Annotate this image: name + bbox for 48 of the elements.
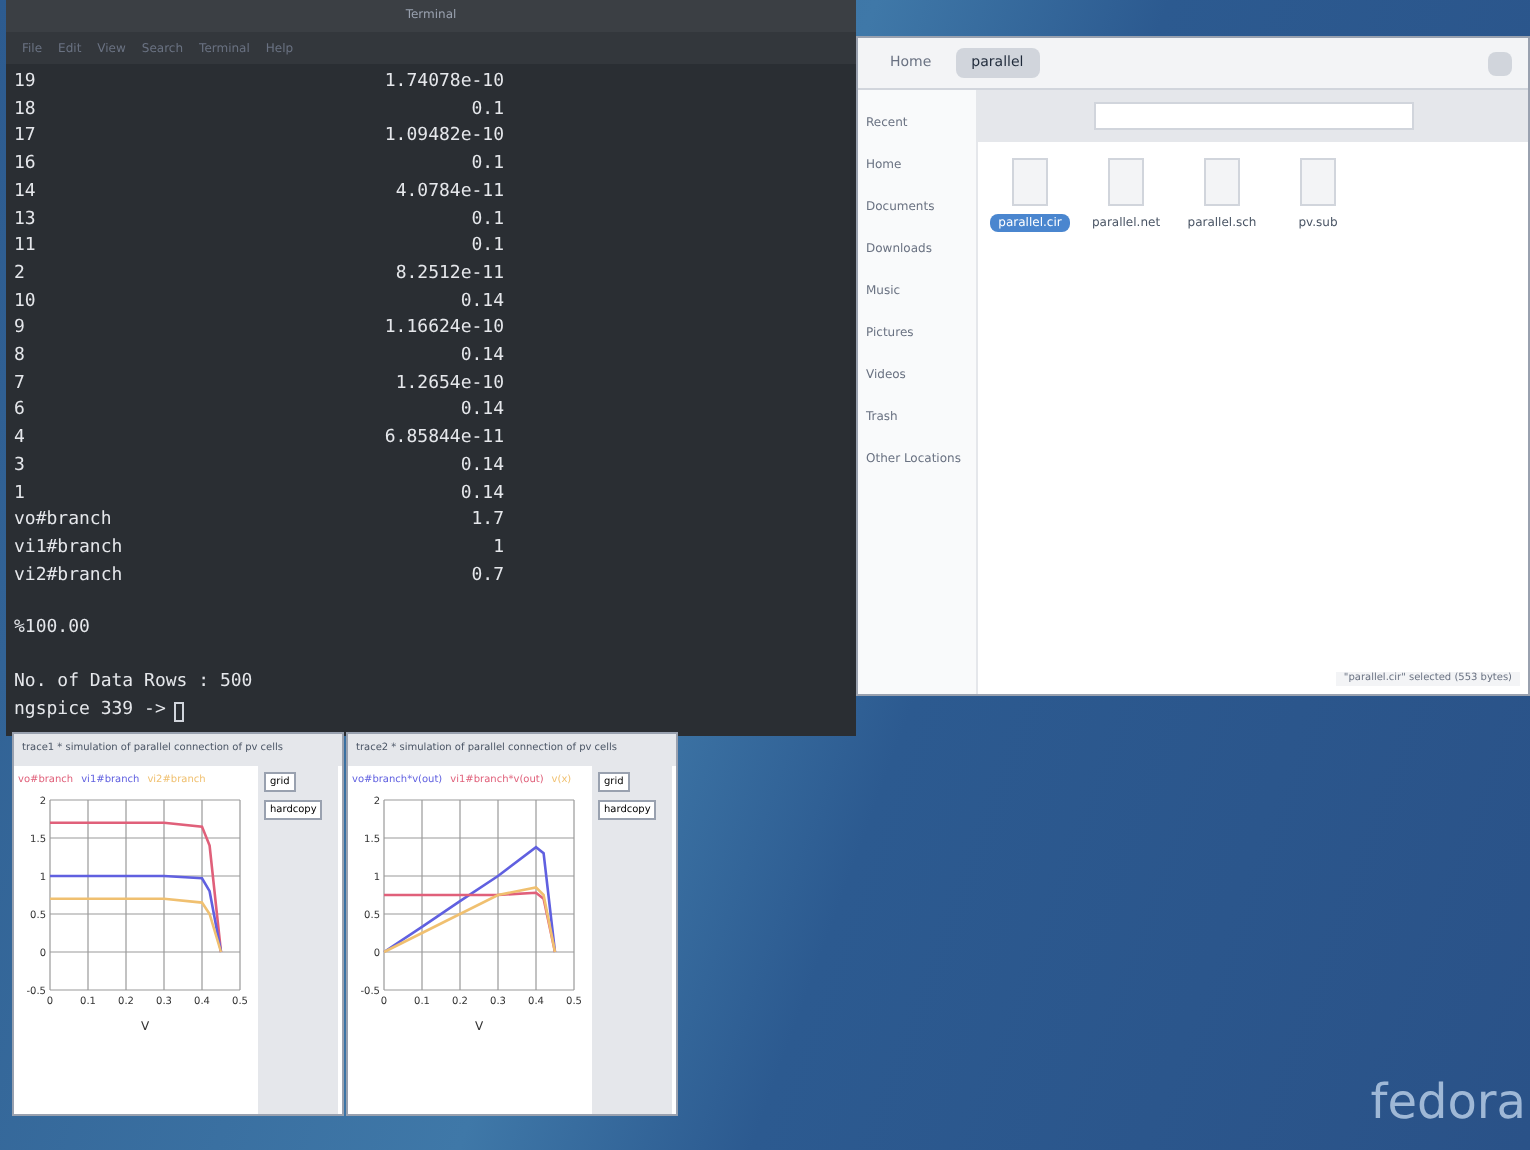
terminal-text: 9 bbox=[14, 316, 25, 343]
terminal-text: No. of Data Rows : 500 bbox=[14, 670, 255, 697]
document-icon[interactable] bbox=[1108, 158, 1144, 206]
terminal-text: 0.1 bbox=[471, 207, 504, 234]
terminal-text: 0.14 bbox=[460, 481, 504, 508]
terminal-text: 1 bbox=[493, 535, 504, 562]
terminal-text: 0.1 bbox=[471, 152, 504, 179]
terminal-text: 8 bbox=[14, 344, 25, 371]
text-cursor bbox=[173, 701, 184, 722]
location-field[interactable] bbox=[1093, 102, 1413, 130]
terminal-text: 1.09482e-10 bbox=[384, 124, 504, 151]
document-icon[interactable] bbox=[1012, 158, 1048, 206]
terminal-text: 6.85844e-11 bbox=[384, 426, 504, 453]
terminal-text: 1.2654e-10 bbox=[395, 371, 504, 398]
terminal-text: vo#branch bbox=[14, 508, 112, 535]
terminal-text: 6 bbox=[14, 398, 25, 425]
terminal-prompt: ngspice 339 -> bbox=[14, 697, 166, 724]
document-icon[interactable] bbox=[1204, 158, 1240, 206]
document-icon[interactable] bbox=[1300, 158, 1336, 206]
terminal-text: 0.14 bbox=[460, 398, 504, 425]
terminal-text: 1 bbox=[14, 481, 25, 508]
terminal-text: %100.00 bbox=[14, 616, 92, 643]
terminal-text: 1.16624e-10 bbox=[384, 316, 504, 343]
terminal-text: 2 bbox=[14, 261, 25, 288]
terminal-text: 10 bbox=[14, 289, 36, 316]
logo-text: fedora bbox=[1370, 1072, 1526, 1134]
terminal-text: 8.2512e-11 bbox=[395, 261, 504, 288]
terminal-text: 0.7 bbox=[471, 563, 504, 590]
terminal-text: 0.1 bbox=[471, 234, 504, 261]
terminal-text: 3 bbox=[14, 453, 25, 480]
terminal-text: 17 bbox=[14, 124, 36, 151]
terminal-text: 4.0784e-11 bbox=[395, 179, 504, 206]
terminal-text: 7 bbox=[14, 371, 25, 398]
terminal-text: 4 bbox=[14, 426, 25, 453]
terminal-text: 0.14 bbox=[460, 344, 504, 371]
terminal-text: vi1#branch bbox=[14, 535, 123, 562]
terminal-text: vi2#branch bbox=[14, 563, 123, 590]
terminal-text: 0.14 bbox=[460, 289, 504, 316]
terminal-text: 16 bbox=[14, 152, 36, 179]
terminal-text: 0.14 bbox=[460, 453, 504, 480]
terminal-text: 0.1 bbox=[471, 97, 504, 124]
terminal-text: 18 bbox=[14, 97, 36, 124]
terminal-text: 13 bbox=[14, 207, 36, 234]
terminal-text: 14 bbox=[14, 179, 36, 206]
terminal-text: 1.74078e-10 bbox=[384, 70, 504, 96]
terminal-text: 1.7 bbox=[471, 508, 504, 535]
terminal-text: 19 bbox=[14, 70, 36, 96]
terminal-text: 11 bbox=[14, 234, 36, 261]
